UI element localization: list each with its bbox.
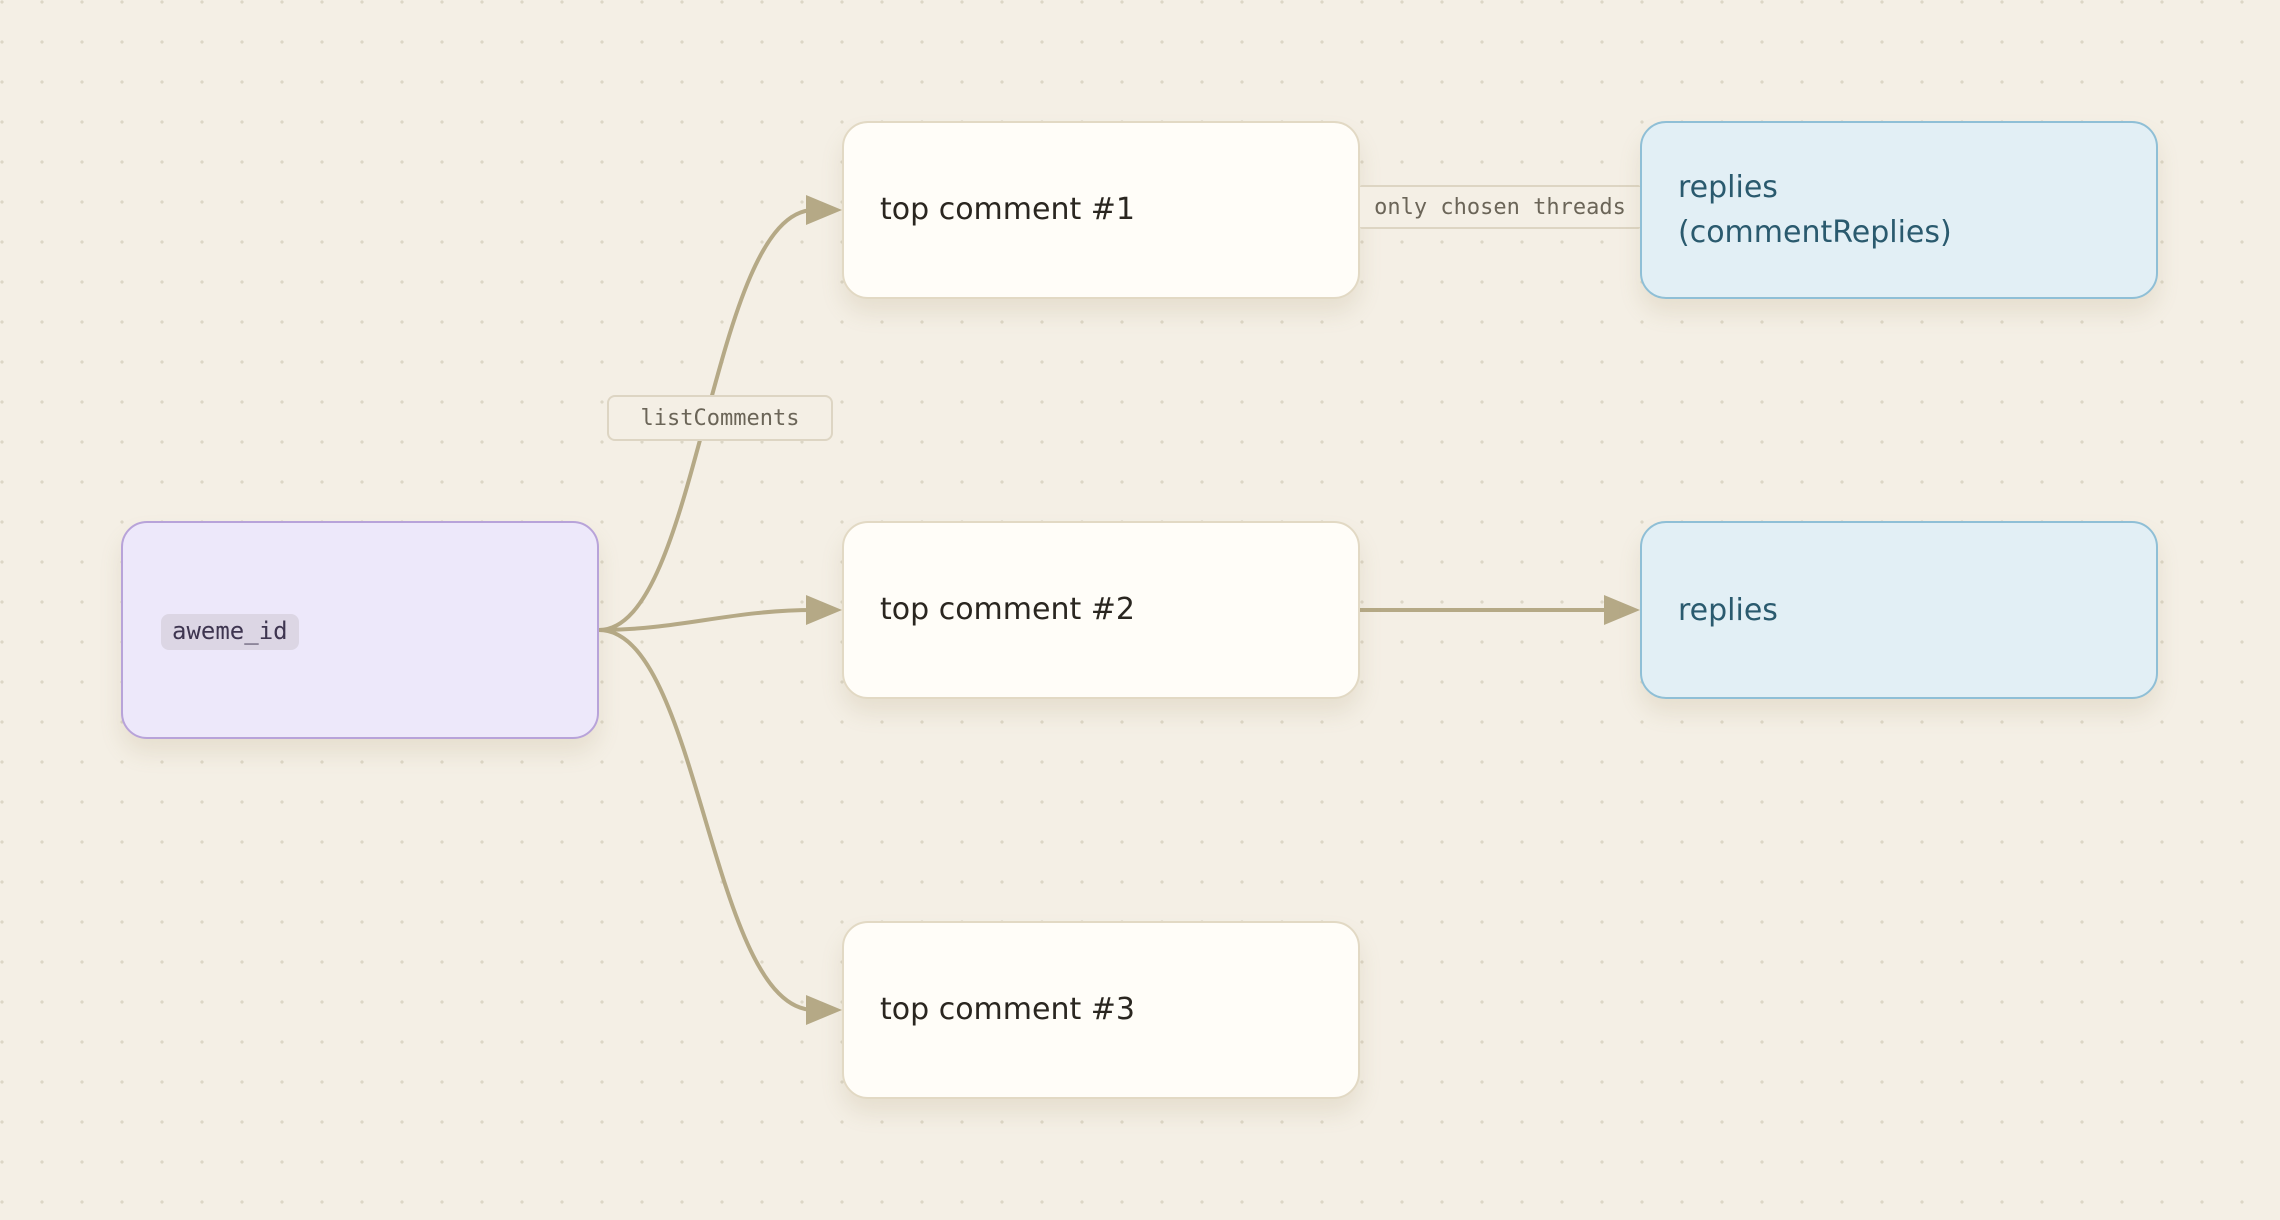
aweme-id-node: aweme_id — [121, 521, 599, 739]
aweme-id-label: aweme_id — [161, 614, 299, 650]
arrowhead-replies-2 — [1604, 595, 1640, 625]
top-comment-2-node: top comment #2 — [842, 521, 1360, 699]
replies-1-subtitle: (commentReplies) — [1678, 215, 1952, 250]
top-comment-2-label: top comment #2 — [880, 592, 1135, 627]
top-comment-3-node: top comment #3 — [842, 921, 1360, 1099]
replies-2-title: replies — [1678, 592, 1778, 628]
chosen-threads-edge-label: only chosen threads — [1360, 185, 1640, 229]
replies-1-title: replies — [1678, 170, 1778, 205]
top-comment-1-label: top comment #1 — [880, 192, 1135, 227]
replies-comment-replies-node: replies (commentReplies) — [1640, 121, 2158, 299]
arrowhead-comment-1 — [806, 195, 842, 225]
list-comments-edge-label: listComments — [607, 395, 833, 441]
arrowhead-comment-2 — [806, 595, 842, 625]
arrowhead-comment-3 — [806, 995, 842, 1025]
top-comment-3-label: top comment #3 — [880, 992, 1135, 1027]
top-comment-1-node: top comment #1 — [842, 121, 1360, 299]
replies-node: replies — [1640, 521, 2158, 699]
edge-source-to-comment-3 — [598, 628, 815, 1012]
diagram-canvas: aweme_id listComments top comment #1 top… — [0, 0, 2280, 1220]
